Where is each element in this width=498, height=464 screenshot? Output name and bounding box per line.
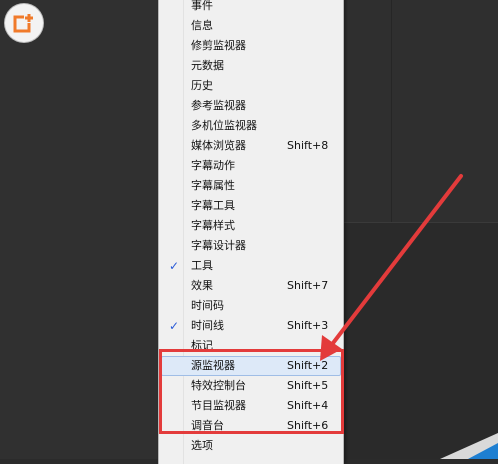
bottom-right-panel [343,223,498,459]
menu-item-label: 效果 [191,279,213,292]
menu-item-label: 时间线 [191,319,224,332]
menu-item-label: 字幕设计器 [191,239,246,252]
add-window-icon [13,13,34,33]
menu-item-4[interactable]: 历史 [161,76,341,96]
menu-item-7[interactable]: 媒体浏览器 Shift+8 [161,136,341,156]
menu-item-label: 工具 [191,259,213,272]
menu-item-8[interactable]: 字幕动作 [161,156,341,176]
menu-item-16[interactable]: ✓ 时间线 Shift+3 [161,316,341,336]
annotation-highlight-box [159,349,344,434]
menu-item-15[interactable]: 时间码 [161,296,341,316]
menu-item-label: 历史 [191,79,213,92]
menu-item-2[interactable]: 修剪监视器 [161,36,341,56]
menu-item-label: 元数据 [191,59,224,72]
menu-item-label: 事件 [191,0,213,12]
menu-item-0[interactable]: 事件 [161,0,341,16]
menu-item-label: 字幕工具 [191,199,235,212]
logo-badge [5,4,43,42]
menu-item-13[interactable]: ✓ 工具 [161,256,341,276]
menu-item-3[interactable]: 元数据 [161,56,341,76]
menu-item-shortcut: Shift+8 [287,139,329,152]
menu-item-shortcut: Shift+7 [287,279,329,292]
menu-item-label: 字幕样式 [191,219,235,232]
menu-item-label: 修剪监视器 [191,39,246,52]
menu-item-5[interactable]: 参考监视器 [161,96,341,116]
menu-item-label: 字幕动作 [191,159,235,172]
menu-item-11[interactable]: 字幕样式 [161,216,341,236]
menu-item-label: 多机位监视器 [191,119,257,132]
left-panel [0,0,159,459]
check-icon: ✓ [169,259,180,273]
menu-item-label: 字幕属性 [191,179,235,192]
menu-item-12[interactable]: 字幕设计器 [161,236,341,256]
menu-item-label: 媒体浏览器 [191,139,246,152]
menu-item-label: 选项 [191,439,213,452]
menu-item-22[interactable]: 选项 [161,436,341,456]
menu-item-1[interactable]: 信息 [161,16,341,36]
panel-divider [391,0,392,222]
menu-item-label: 参考监视器 [191,99,246,112]
corner-decoration [440,433,498,459]
menu-item-label: 信息 [191,19,213,32]
menu-item-shortcut: Shift+3 [287,319,329,332]
menu-item-9[interactable]: 字幕属性 [161,176,341,196]
check-icon: ✓ [169,319,180,333]
top-right-panel [343,0,498,223]
menu-item-10[interactable]: 字幕工具 [161,196,341,216]
menu-item-6[interactable]: 多机位监视器 [161,116,341,136]
menu-item-label: 时间码 [191,299,224,312]
menu-item-14[interactable]: 效果 Shift+7 [161,276,341,296]
